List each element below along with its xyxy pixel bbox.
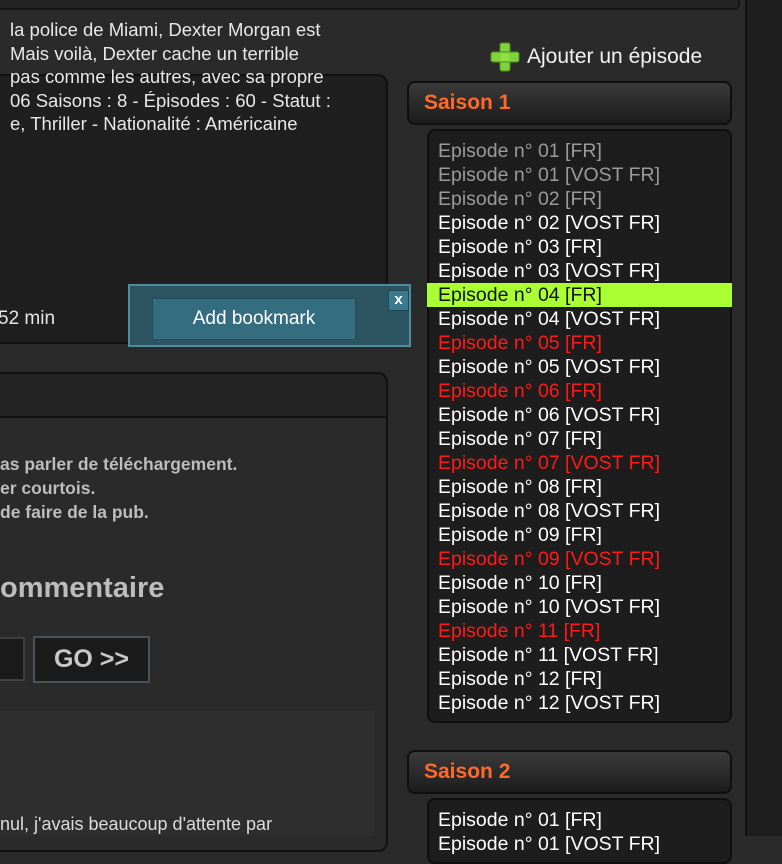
episode-link[interactable]: Episode n° 03 [VOST FR] [429, 259, 730, 283]
episode-link[interactable]: Episode n° 08 [FR] [429, 475, 730, 499]
episode-link[interactable]: Episode n° 02 [VOST FR] [429, 211, 730, 235]
description-line: e, Thriller - Nationalité : Américaine [10, 113, 298, 134]
season-1-block: Saison 1 Episode n° 01 [FR] Episode n° 01… [407, 81, 732, 723]
comment-input[interactable] [0, 637, 25, 681]
episode-link[interactable]: Episode n° 11 [FR] [429, 619, 730, 643]
bookmark-popup: Add bookmark x [128, 284, 411, 347]
description-line: Mais voilà, Dexter cache un terrible [10, 42, 299, 64]
show-description: la police de Miami, Dexter Morgan est Ma… [10, 18, 390, 136]
top-panel [0, 0, 740, 10]
comment-rules: as parler de téléchargement. er courtois… [0, 452, 237, 524]
comment-rule: er courtois. [0, 478, 96, 498]
episode-link[interactable]: Episode n° 01 [VOST FR] [429, 163, 730, 187]
season-2-block: Saison 2 Episode n° 01 [FR] Episode n° 01… [407, 750, 732, 864]
comment-text: nul, j'avais beaucoup d'attente par [0, 814, 273, 834]
episode-link[interactable]: Episode n° 08 [VOST FR] [429, 499, 730, 523]
go-button[interactable]: GO >> [33, 636, 150, 683]
episode-link[interactable]: Episode n° 01 [FR] [429, 808, 730, 832]
season-1-header[interactable]: Saison 1 [407, 81, 732, 125]
comments-panel-header [0, 374, 386, 418]
comment-rule: as parler de téléchargement. [0, 454, 238, 474]
episode-link[interactable]: Episode n° 06 [VOST FR] [429, 403, 730, 427]
description-line: la police de Miami, Dexter Morgan est [10, 19, 321, 40]
episode-link[interactable]: Episode n° 02 [FR] [429, 187, 730, 211]
episode-link[interactable]: Episode n° 05 [VOST FR] [429, 355, 730, 379]
season-1-episode-list: Episode n° 01 [FR] Episode n° 01 [VOST FR… [427, 129, 732, 723]
episode-link[interactable]: Episode n° 04 [FR] [427, 283, 732, 307]
episode-link[interactable]: Episode n° 09 [FR] [429, 523, 730, 547]
episode-link[interactable]: Episode n° 09 [VOST FR] [429, 547, 730, 571]
plus-icon [489, 41, 521, 73]
add-episode-button[interactable]: Ajouter un épisode [489, 40, 702, 74]
episode-link[interactable]: Episode n° 11 [VOST FR] [429, 643, 730, 667]
episode-link[interactable]: Episode n° 10 [FR] [429, 571, 730, 595]
close-icon[interactable]: x [388, 290, 409, 311]
add-bookmark-button[interactable]: Add bookmark [152, 298, 356, 340]
episode-link[interactable]: Episode n° 10 [VOST FR] [429, 595, 730, 619]
comment-title: ommentaire [0, 572, 165, 604]
episode-link[interactable]: Episode n° 07 [FR] [429, 427, 730, 451]
episode-link[interactable]: Episode n° 12 [VOST FR] [429, 691, 730, 715]
episode-link[interactable]: Episode n° 01 [FR] [429, 139, 730, 163]
season-2-header[interactable]: Saison 2 [407, 750, 732, 794]
season-2-episode-list: Episode n° 01 [FR] Episode n° 01 [VOST FR… [427, 798, 732, 864]
episode-link[interactable]: Episode n° 07 [VOST FR] [429, 451, 730, 475]
episode-duration: 52 min [0, 308, 56, 329]
description-line: pas comme les autres, avec sa propre [10, 66, 324, 87]
episode-link[interactable]: Episode n° 05 [FR] [429, 331, 730, 355]
episode-link[interactable]: Episode n° 03 [FR] [429, 235, 730, 259]
add-episode-label: Ajouter un épisode [527, 45, 703, 68]
description-line: 06 Saisons : 8 - Épisodes : 60 - Statut … [10, 89, 331, 111]
episode-link[interactable]: Episode n° 04 [VOST FR] [429, 307, 730, 331]
right-scroll-area [745, 0, 782, 836]
episode-link[interactable]: Episode n° 12 [FR] [429, 667, 730, 691]
episode-link[interactable]: Episode n° 06 [FR] [429, 379, 730, 403]
comment-rule: de faire de la pub. [0, 502, 149, 522]
